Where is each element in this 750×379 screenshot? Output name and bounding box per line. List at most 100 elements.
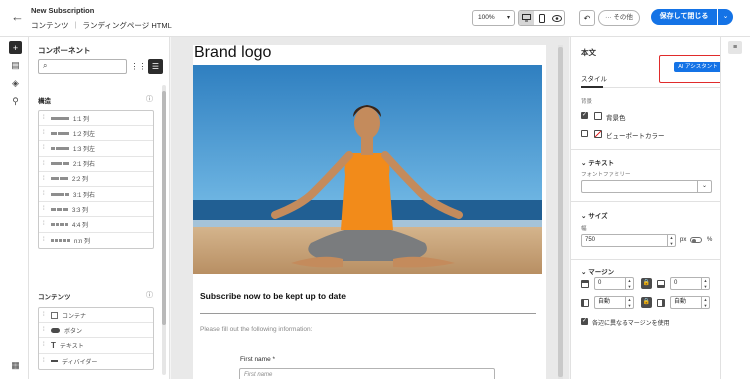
margin-top-stepper[interactable]: ▲ ▼ <box>625 278 633 289</box>
structure-item[interactable]: ⁞ n:n 列 <box>39 233 153 248</box>
font-family-select[interactable]: ⌄ <box>581 180 712 193</box>
info-icon[interactable]: ⓘ <box>146 94 153 104</box>
drag-handle-icon[interactable]: ⁞ <box>43 221 47 227</box>
undo-icon[interactable]: ↶ <box>579 10 595 26</box>
width-stepper[interactable]: ▲ ▼ <box>667 235 675 246</box>
drag-handle-icon[interactable]: ⁞ <box>43 161 47 167</box>
structure-item[interactable]: ⁞ 1:1 列 <box>39 111 153 127</box>
different-margins-checkbox[interactable] <box>581 317 588 325</box>
drag-handle-icon[interactable]: ⁞ <box>43 327 47 333</box>
tab-style[interactable]: スタイル <box>581 73 607 83</box>
lock-icon[interactable]: 🔒 <box>641 278 652 289</box>
form-intro-text[interactable]: Please fill out the following informatio… <box>200 326 312 333</box>
margin-section-title[interactable]: ⌄ マージン <box>581 266 614 276</box>
page-title: New Subscription <box>31 6 95 15</box>
unit-toggle[interactable] <box>690 237 702 243</box>
components-title: コンポーネント <box>38 46 91 55</box>
margin-bottom-value: 0 <box>674 280 678 286</box>
add-components-icon[interactable]: + <box>9 41 22 54</box>
margin-top-input[interactable]: 0 ▲ ▼ <box>594 277 634 290</box>
preview-eye-icon[interactable] <box>549 11 564 25</box>
drag-handle-icon[interactable]: ⁞ <box>43 115 47 121</box>
link-icon[interactable]: ⚲ <box>9 95 22 108</box>
structure-item[interactable]: ⁞ 3:1 列右 <box>39 187 153 203</box>
layers-icon[interactable]: ◈ <box>9 77 22 90</box>
content-section-title: コンテンツ <box>38 294 71 301</box>
breadcrumb-landing-page[interactable]: ランディングページ HTML <box>82 20 171 31</box>
text-section-title[interactable]: ⌄ テキスト <box>581 157 614 167</box>
first-name-input[interactable]: First name <box>239 368 495 379</box>
save-options-chevron-icon[interactable]: ⌄ <box>718 9 733 25</box>
components-panel: コンポーネント ⌕ ⋮⋮ ☰ 構造 ⓘ ⁞ 1:1 列 ⁞ 1:2 列左 ⁞ 1:3 … <box>29 37 170 379</box>
section-divider <box>571 259 720 260</box>
structure-item[interactable]: ⁞ 4:4 列 <box>39 217 153 233</box>
brand-logo-text[interactable]: Brand logo <box>194 44 271 62</box>
scrollbar-thumb[interactable] <box>162 91 166 325</box>
zoom-select[interactable]: 100% ▾ <box>472 10 515 26</box>
notes-icon[interactable]: ▦ <box>9 359 22 372</box>
size-section-title[interactable]: ⌄ サイズ <box>581 210 608 220</box>
structure-item-label: n:n 列 <box>74 238 91 245</box>
content-item[interactable]: ⁞ ボタン <box>39 323 153 339</box>
width-label: 幅 <box>581 226 587 232</box>
breadcrumb-content[interactable]: コンテンツ <box>31 20 69 31</box>
content-item[interactable]: ⁞ ディバイダー <box>39 354 153 369</box>
margin-bottom-stepper[interactable]: ▲ ▼ <box>701 278 709 289</box>
structure-item[interactable]: ⁞ 3:3 列 <box>39 202 153 218</box>
width-value: 750 <box>585 237 596 243</box>
no-color-swatch-icon[interactable] <box>594 130 602 138</box>
margin-top-value: 0 <box>598 280 602 286</box>
drag-handle-icon[interactable]: ⁞ <box>43 176 47 182</box>
back-arrow-icon[interactable]: ← <box>11 10 24 24</box>
save-close-button[interactable]: 保存して閉じる <box>651 9 717 25</box>
margin-bottom-input[interactable]: 0 ▲ ▼ <box>670 277 710 290</box>
ai-assistant-button[interactable]: AI アシスタント <box>674 62 720 72</box>
hero-image[interactable] <box>193 65 542 274</box>
structure-item-label: 1:3 列左 <box>73 146 96 153</box>
structure-item-label: 4:4 列 <box>72 222 89 229</box>
drag-handle-icon[interactable]: ⁞ <box>43 237 47 243</box>
content-divider[interactable] <box>200 313 536 314</box>
content-item-label: ディバイダー <box>62 359 98 366</box>
components-scrollbar[interactable] <box>162 85 166 375</box>
component-search-input[interactable]: ⌕ <box>38 59 127 74</box>
scrollbar-thumb[interactable] <box>558 47 563 377</box>
structure-item-label: 2:2 列 <box>72 177 89 184</box>
content-item[interactable]: ⁞ コンテナ <box>39 308 153 324</box>
drag-handle-icon[interactable]: ⁞ <box>43 342 47 348</box>
margin-right-input[interactable]: 自動 ▲ ▼ <box>670 296 710 309</box>
margin-right-stepper[interactable]: ▲ ▼ <box>701 297 709 308</box>
layout-glyph-icon <box>51 116 69 120</box>
margin-left-input[interactable]: 自動 ▲ ▼ <box>594 296 634 309</box>
content-item[interactable]: ⁞ T テキスト <box>39 338 153 354</box>
list-view-icon[interactable]: ☰ <box>148 59 163 74</box>
top-header: ← New Subscription コンテンツ | ランディングページ HTM… <box>0 0 750 37</box>
color-swatch-icon[interactable] <box>594 112 602 120</box>
lock-icon[interactable]: 🔒 <box>641 297 652 308</box>
bg-color-checkbox[interactable] <box>581 111 588 119</box>
structure-item[interactable]: ⁞ 2:2 列 <box>39 172 153 187</box>
settings-sliders-icon[interactable]: ≡ <box>728 41 742 54</box>
drag-handle-icon[interactable]: ⁞ <box>43 145 47 151</box>
structure-item[interactable]: ⁞ 2:1 列右 <box>39 157 153 172</box>
structure-item[interactable]: ⁞ 1:3 列左 <box>39 141 153 157</box>
width-input[interactable]: 750 ▲ ▼ <box>581 234 676 247</box>
drag-handle-icon[interactable]: ⁞ <box>43 358 47 364</box>
canvas-scrollbar[interactable] <box>558 45 563 379</box>
mobile-icon[interactable] <box>534 11 549 25</box>
layout-glyph-icon <box>51 146 69 150</box>
structure-item[interactable]: ⁞ 1:2 列左 <box>39 126 153 142</box>
grid-view-icon[interactable]: ⋮⋮ <box>131 59 147 74</box>
viewport-color-checkbox[interactable] <box>581 130 588 137</box>
drag-handle-icon[interactable]: ⁞ <box>43 130 47 136</box>
subscribe-heading[interactable]: Subscribe now to be kept up to date <box>200 291 346 301</box>
drag-handle-icon[interactable]: ⁞ <box>43 191 47 197</box>
more-button[interactable]: ··· その他 <box>598 10 640 26</box>
fragments-icon[interactable]: ▤ <box>9 59 22 72</box>
required-asterisk: * <box>272 356 276 363</box>
margin-left-stepper[interactable]: ▲ ▼ <box>625 297 633 308</box>
desktop-icon[interactable] <box>519 11 534 25</box>
drag-handle-icon[interactable]: ⁞ <box>43 206 47 212</box>
drag-handle-icon[interactable]: ⁞ <box>43 312 47 318</box>
info-icon[interactable]: ⓘ <box>146 290 153 300</box>
